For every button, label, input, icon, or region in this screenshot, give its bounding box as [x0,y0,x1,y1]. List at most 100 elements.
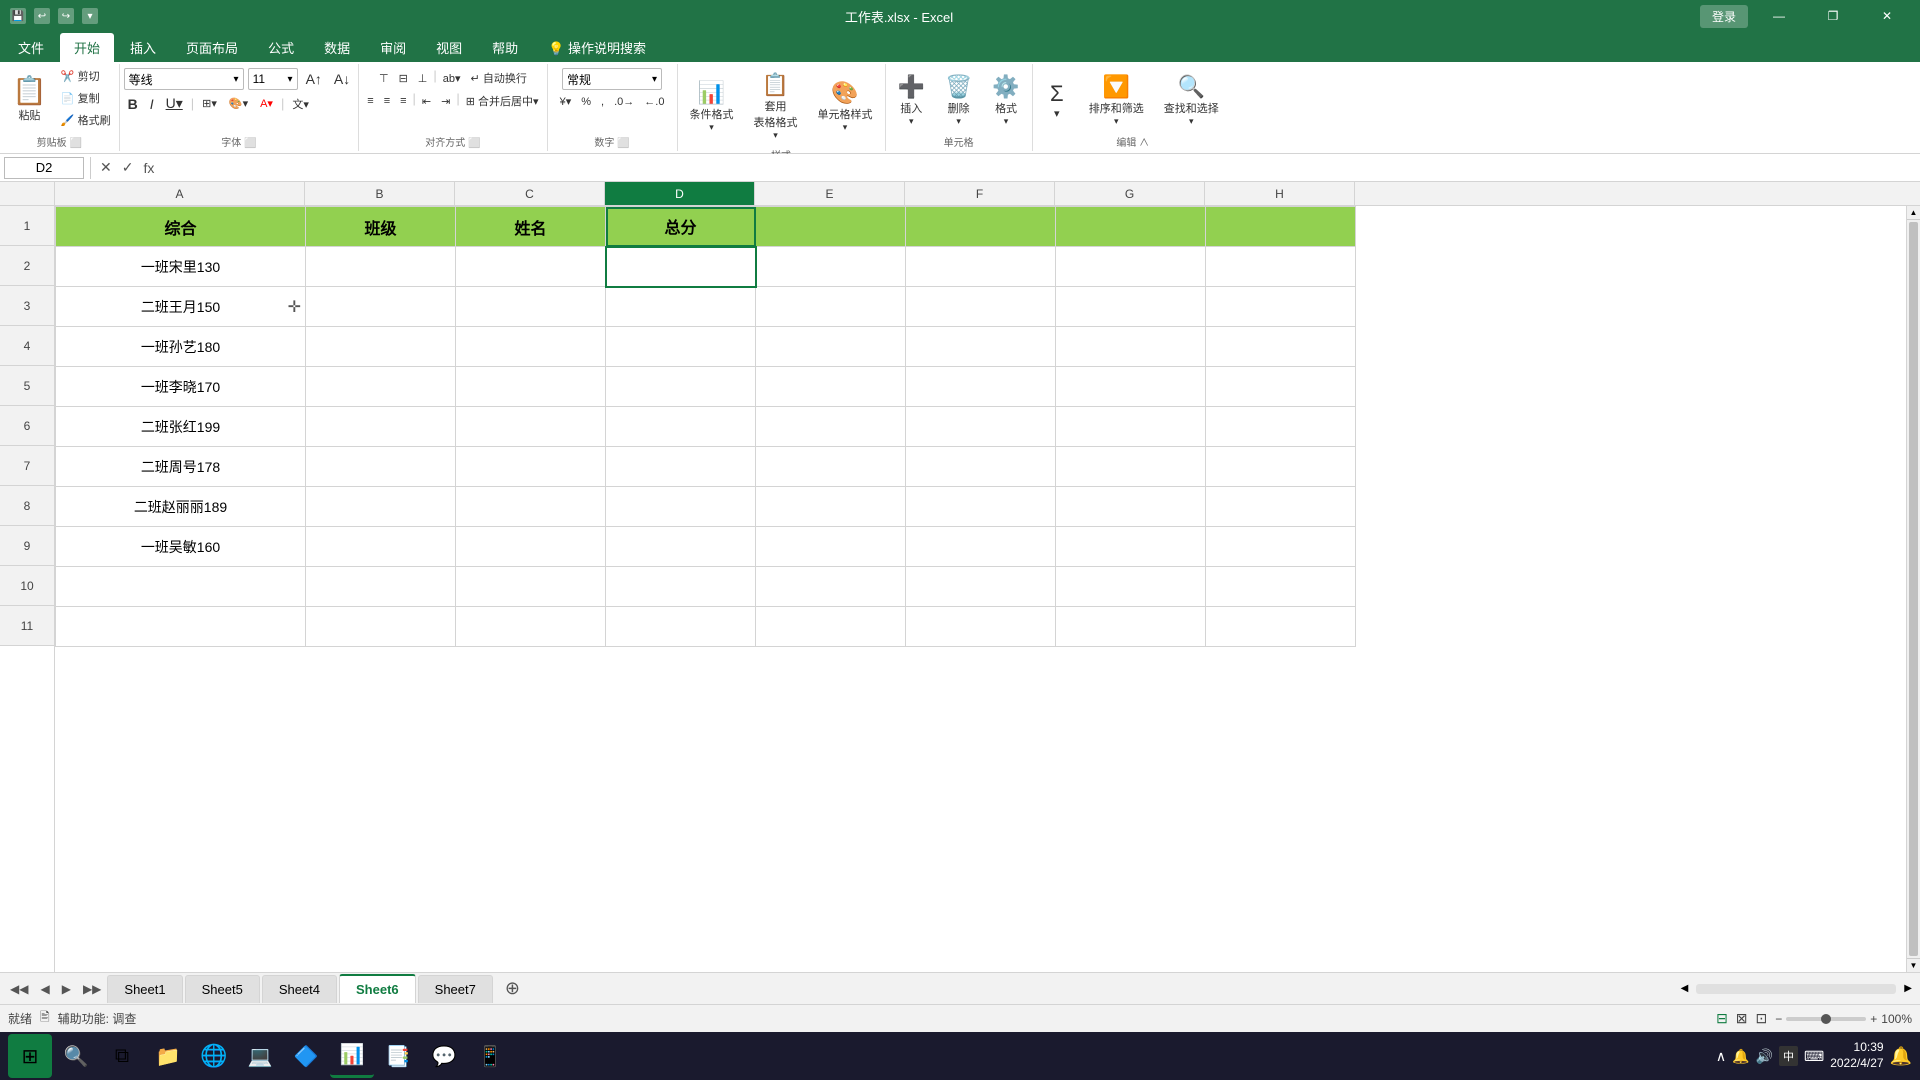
cell-d1[interactable]: 总分 [606,207,756,247]
page-break-view-button[interactable]: ⊡ [1756,1010,1768,1027]
cell-b6[interactable] [306,407,456,447]
customize-icon[interactable]: ▾ [82,8,98,24]
cell-c1[interactable]: 姓名 [456,207,606,247]
font-color-button[interactable]: A▾ [256,95,277,112]
wrap-text-button[interactable]: ↵ 自动换行 [467,68,531,88]
cell-f2[interactable] [906,247,1056,287]
cell-e7[interactable] [756,447,906,487]
number-format-selector[interactable]: 常规 ▾ [562,68,662,90]
taskview-icon[interactable]: ⧉ [100,1034,144,1078]
powerpoint-icon[interactable]: 📑 [376,1034,420,1078]
cell-e6[interactable] [756,407,906,447]
conditional-format-button[interactable]: 📊 条件格式 ▾ [682,76,742,137]
cell-a4[interactable]: 一班孙艺180 [56,327,306,367]
tab-insert[interactable]: 插入 [116,33,170,62]
cell-h10[interactable] [1206,567,1356,607]
tab-pagelayout[interactable]: 页面布局 [172,33,252,62]
restore-button[interactable]: ❐ [1810,0,1856,32]
comma-button[interactable]: , [597,93,608,110]
align-right-button[interactable]: ≡ [396,91,410,111]
app10-icon[interactable]: 📱 [468,1034,512,1078]
notification-button[interactable]: 🔔 [1890,1046,1912,1067]
indent-increase-button[interactable]: ⇥ [437,91,454,111]
volume-icon[interactable]: 🔊 [1756,1048,1773,1065]
cell-a6[interactable]: 二班张红199 [56,407,306,447]
redo-icon[interactable]: ↪ [58,8,74,24]
cell-a10[interactable] [56,567,306,607]
bold-button[interactable]: B [124,94,142,114]
align-bottom-button[interactable]: ⊥ [414,68,432,88]
row-num-4[interactable]: 4 [0,326,54,366]
cell-a3[interactable]: 二班王月150 ✛ [56,287,306,327]
special-char-button[interactable]: 文▾ [288,94,313,114]
cell-f8[interactable] [906,487,1056,527]
corner-cell[interactable] [0,182,55,205]
cell-a7[interactable]: 二班周号178 [56,447,306,487]
login-button[interactable]: 登录 [1700,5,1748,28]
align-top-button[interactable]: ⊤ [375,68,393,88]
cell-f7[interactable] [906,447,1056,487]
cell-g9[interactable] [1056,527,1206,567]
row-num-8[interactable]: 8 [0,486,54,526]
cell-h7[interactable] [1206,447,1356,487]
cell-d5[interactable] [606,367,756,407]
file-explorer-icon[interactable]: 📁 [146,1034,190,1078]
cell-b10[interactable] [306,567,456,607]
cell-g10[interactable] [1056,567,1206,607]
cell-f10[interactable] [906,567,1056,607]
autosum-button[interactable]: Σ ▾ [1037,70,1077,130]
cell-e2[interactable] [756,247,906,287]
normal-view-button[interactable]: ⊟ [1716,1010,1728,1027]
cell-b2[interactable] [306,247,456,287]
cell-g2[interactable] [1056,247,1206,287]
zoom-slider[interactable]: − + 100% [1775,1012,1912,1026]
undo-icon[interactable]: ↩ [34,8,50,24]
col-header-f[interactable]: F [905,182,1055,205]
cell-g6[interactable] [1056,407,1206,447]
col-header-h[interactable]: H [1205,182,1355,205]
cell-d9[interactable] [606,527,756,567]
sheet-tab-sheet6[interactable]: Sheet6 [339,974,416,1003]
row-num-5[interactable]: 5 [0,366,54,406]
cell-b7[interactable] [306,447,456,487]
sort-filter-button[interactable]: 🔽 排序和筛选 ▾ [1081,70,1152,131]
merge-center-button[interactable]: ⊞ 合并后居中▾ [462,91,543,111]
sheet-tab-sheet4[interactable]: Sheet4 [262,975,337,1003]
cell-b4[interactable] [306,327,456,367]
sheet-tab-sheet1[interactable]: Sheet1 [107,975,182,1003]
cell-c7[interactable] [456,447,606,487]
cell-h9[interactable] [1206,527,1356,567]
table-format-button[interactable]: 📋 套用 表格格式 ▾ [746,68,806,145]
text-orientation-button[interactable]: ab▾ [439,68,465,88]
sheet-tab-sheet7[interactable]: Sheet7 [418,975,493,1003]
cell-g5[interactable] [1056,367,1206,407]
cell-g3[interactable] [1056,287,1206,327]
accessibility-text[interactable]: 辅助功能: 调查 [58,1010,137,1027]
cell-d7[interactable] [606,447,756,487]
cell-styles-button[interactable]: 🎨 单元格样式 ▾ [810,76,881,137]
col-header-d[interactable]: D [605,182,755,205]
row-num-1[interactable]: 1 [0,206,54,246]
row-num-11[interactable]: 11 [0,606,54,646]
cell-d11[interactable] [606,607,756,647]
decimal-decrease-button[interactable]: ←.0 [640,93,668,110]
tab-formula[interactable]: 公式 [254,33,308,62]
tab-home[interactable]: 开始 [60,33,114,62]
cell-b1[interactable]: 班级 [306,207,456,247]
cell-f9[interactable] [906,527,1056,567]
cell-f11[interactable] [906,607,1056,647]
cell-c11[interactable] [456,607,606,647]
tab-review[interactable]: 审阅 [366,33,420,62]
cell-d3[interactable] [606,287,756,327]
network-icon[interactable]: 🔔 [1732,1048,1749,1065]
cell-b11[interactable] [306,607,456,647]
insert-function-icon[interactable]: fx [140,160,157,176]
cell-b8[interactable] [306,487,456,527]
start-button[interactable]: ⊞ [8,1034,52,1078]
ime-icon[interactable]: ⌨ [1804,1048,1824,1065]
insert-button[interactable]: ➕ 插入 ▾ [890,70,933,131]
font-name-selector[interactable]: 等线 ▾ [124,68,244,90]
search-taskbar-icon[interactable]: 🔍 [54,1034,98,1078]
col-header-c[interactable]: C [455,182,605,205]
cancel-formula-icon[interactable]: ✕ [97,159,115,176]
